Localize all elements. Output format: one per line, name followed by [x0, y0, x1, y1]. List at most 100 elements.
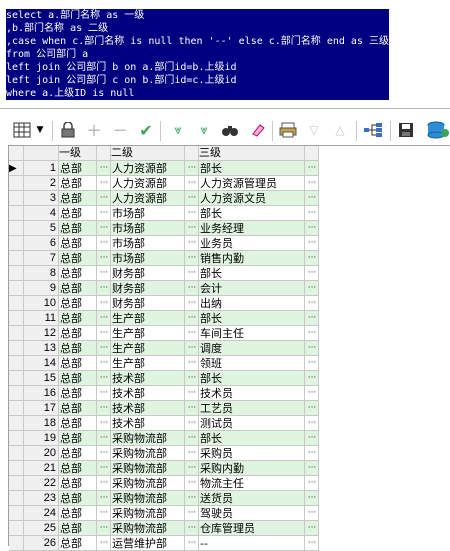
table-row[interactable]: 11 总部 ··· 生产部 ··· 部长 ···	[9, 310, 319, 326]
cell-ellipsis-button[interactable]: ···	[304, 295, 319, 311]
cell-level2[interactable]: 生产部	[110, 355, 185, 371]
cell-level3[interactable]: 会计	[198, 280, 305, 296]
table-row[interactable]: 22 总部 ··· 采购物流部 ··· 物流主任 ···	[9, 475, 319, 491]
table-row[interactable]: 8 总部 ··· 财务部 ··· 部长 ···	[9, 265, 319, 281]
table-row[interactable]: 14 总部 ··· 生产部 ··· 领班 ···	[9, 355, 319, 371]
cell-level3[interactable]: 业务经理	[198, 220, 305, 236]
sort-asc-icon[interactable]: ▽	[304, 119, 324, 141]
cell-ellipsis-button[interactable]: ···	[304, 220, 319, 236]
cell-level2[interactable]: 财务部	[110, 295, 185, 311]
cell-ellipsis-button[interactable]: ···	[184, 490, 199, 506]
eraser-icon[interactable]	[248, 119, 268, 141]
cell-ellipsis-button[interactable]: ···	[304, 475, 319, 491]
cell-ellipsis-button[interactable]: ···	[184, 205, 199, 221]
cell-level3[interactable]: --	[198, 535, 305, 551]
cell-level1[interactable]: 总部	[58, 205, 97, 221]
cell-ellipsis-button[interactable]: ···	[184, 460, 199, 476]
save-icon[interactable]	[396, 119, 416, 141]
cell-level3[interactable]: 调度	[198, 340, 305, 356]
row-indicator[interactable]	[9, 400, 24, 416]
add-icon[interactable]: +	[84, 119, 104, 141]
cell-level2[interactable]: 人力资源部	[110, 175, 185, 191]
check-icon[interactable]: ✔	[136, 119, 156, 141]
cell-ellipsis-button[interactable]: ···	[184, 520, 199, 536]
row-indicator[interactable]	[9, 370, 24, 386]
cell-ellipsis-button[interactable]: ···	[184, 535, 199, 551]
cell-level1[interactable]: 总部	[58, 325, 97, 341]
cell-level3[interactable]: 采购内勤	[198, 460, 305, 476]
table-row[interactable]: 5 总部 ··· 市场部 ··· 业务经理 ···	[9, 220, 319, 236]
column-header-level1[interactable]: 一级	[58, 146, 97, 161]
cell-level3[interactable]: 部长	[198, 370, 305, 386]
row-indicator[interactable]	[9, 340, 24, 356]
cell-ellipsis-button[interactable]: ···	[184, 415, 199, 431]
cell-ellipsis-button[interactable]: ···	[184, 220, 199, 236]
row-indicator[interactable]	[9, 220, 24, 236]
cell-ellipsis-button[interactable]: ···	[96, 355, 111, 371]
cell-ellipsis-button[interactable]: ···	[304, 250, 319, 266]
cell-level1[interactable]: 总部	[58, 445, 97, 461]
cell-level2[interactable]: 技术部	[110, 415, 185, 431]
filter-clear-icon[interactable]: ⩔	[194, 119, 214, 141]
cell-ellipsis-button[interactable]: ···	[304, 235, 319, 251]
cell-ellipsis-button[interactable]: ···	[304, 355, 319, 371]
cell-level1[interactable]: 总部	[58, 505, 97, 521]
cell-level1[interactable]: 总部	[58, 490, 97, 506]
cell-ellipsis-button[interactable]: ···	[184, 235, 199, 251]
cell-level1[interactable]: 总部	[58, 265, 97, 281]
row-indicator[interactable]	[9, 430, 24, 446]
row-indicator[interactable]	[9, 205, 24, 221]
row-indicator[interactable]	[9, 280, 24, 296]
cell-ellipsis-button[interactable]: ···	[96, 475, 111, 491]
cell-ellipsis-button[interactable]: ···	[184, 400, 199, 416]
cell-level3[interactable]: 测试员	[198, 415, 305, 431]
row-indicator[interactable]	[9, 250, 24, 266]
cell-level3[interactable]: 采购员	[198, 445, 305, 461]
cell-level1[interactable]: 总部	[58, 460, 97, 476]
row-indicator[interactable]	[9, 535, 24, 551]
table-row[interactable]: 9 总部 ··· 财务部 ··· 会计 ···	[9, 280, 319, 296]
table-row[interactable]: 12 总部 ··· 生产部 ··· 车间主任 ···	[9, 325, 319, 341]
cell-level2[interactable]: 采购物流部	[110, 505, 185, 521]
row-indicator[interactable]	[9, 355, 24, 371]
cell-level2[interactable]: 采购物流部	[110, 520, 185, 536]
cell-ellipsis-button[interactable]: ···	[184, 160, 199, 176]
cell-level1[interactable]: 总部	[58, 310, 97, 326]
cell-level3[interactable]: 领班	[198, 355, 305, 371]
cell-ellipsis-button[interactable]: ···	[96, 280, 111, 296]
cell-ellipsis-button[interactable]: ···	[96, 415, 111, 431]
table-row[interactable]: 20 总部 ··· 采购物流部 ··· 采购员 ···	[9, 445, 319, 461]
cell-level3[interactable]: 驾驶员	[198, 505, 305, 521]
cell-level1[interactable]: 总部	[58, 340, 97, 356]
table-row[interactable]: 21 总部 ··· 采购物流部 ··· 采购内勤 ···	[9, 460, 319, 476]
cell-ellipsis-button[interactable]: ···	[96, 295, 111, 311]
cell-level1[interactable]: 总部	[58, 355, 97, 371]
cell-level3[interactable]: 出纳	[198, 295, 305, 311]
table-row[interactable]: 25 总部 ··· 采购物流部 ··· 仓库管理员 ···	[9, 520, 319, 536]
cell-ellipsis-button[interactable]: ···	[184, 325, 199, 341]
cell-ellipsis-button[interactable]: ···	[96, 160, 111, 176]
cell-ellipsis-button[interactable]: ···	[304, 160, 319, 176]
cell-level1[interactable]: 总部	[58, 235, 97, 251]
table-row[interactable]: 4 总部 ··· 市场部 ··· 部长 ···	[9, 205, 319, 221]
current-row-indicator-icon[interactable]: ▶	[9, 160, 24, 176]
cell-ellipsis-button[interactable]: ···	[184, 385, 199, 401]
cell-ellipsis-button[interactable]: ···	[96, 445, 111, 461]
table-row[interactable]: 6 总部 ··· 市场部 ··· 业务员 ···	[9, 235, 319, 251]
cell-level1[interactable]: 总部	[58, 250, 97, 266]
row-indicator[interactable]	[9, 475, 24, 491]
cell-ellipsis-button[interactable]: ···	[96, 430, 111, 446]
cell-ellipsis-button[interactable]: ···	[96, 325, 111, 341]
cell-level3[interactable]: 部长	[198, 160, 305, 176]
cell-ellipsis-button[interactable]: ···	[184, 445, 199, 461]
cell-ellipsis-button[interactable]: ···	[184, 265, 199, 281]
cell-ellipsis-button[interactable]: ···	[96, 175, 111, 191]
cell-ellipsis-button[interactable]: ···	[304, 205, 319, 221]
sql-text[interactable]: select a.部门名称 as 一级 ,b.部门名称 as 二级 ,case wh…	[6, 9, 389, 100]
table-row[interactable]: 16 总部 ··· 技术部 ··· 技术员 ···	[9, 385, 319, 401]
row-indicator[interactable]	[9, 385, 24, 401]
cell-ellipsis-button[interactable]: ···	[184, 280, 199, 296]
cell-ellipsis-button[interactable]: ···	[96, 340, 111, 356]
row-indicator[interactable]	[9, 235, 24, 251]
table-row[interactable]: 17 总部 ··· 技术部 ··· 工艺员 ···	[9, 400, 319, 416]
